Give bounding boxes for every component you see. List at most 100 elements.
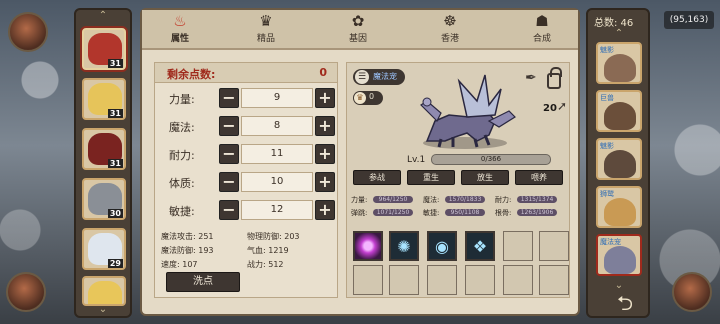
tab-bar: ♨ 属性 ♛ 精品 ✿ 基因 ☸ 香港 ☗ 合成 <box>142 10 578 50</box>
tab-attributes[interactable]: ♨ 属性 <box>152 12 208 48</box>
skill-frost-icon: ✺ <box>397 237 411 256</box>
hero-slot[interactable]: 31 <box>82 128 126 170</box>
hero-portrait <box>88 281 122 304</box>
plus-button[interactable]: + <box>315 88 335 108</box>
corner-avatar[interactable] <box>6 272 46 312</box>
derived-speed: 速度: 107 <box>161 260 198 269</box>
skill-slot[interactable]: ✺ <box>389 231 419 261</box>
skill-slot[interactable]: ◉ <box>427 231 457 261</box>
skill-slot-empty[interactable] <box>539 265 569 295</box>
gene-icon: ✿ <box>351 12 365 30</box>
trait-bar: 1263/1906 <box>517 209 557 216</box>
pet-slot[interactable]: 狮鹫 <box>596 186 642 228</box>
hero-slot[interactable]: 30 <box>82 178 126 220</box>
pet-portrait <box>604 198 636 226</box>
feed-button[interactable]: 喂养 <box>515 170 563 185</box>
tab-label: 属性 <box>170 34 189 44</box>
tab-label: 精品 <box>256 34 275 44</box>
tab-quality[interactable]: ♛ 精品 <box>238 12 294 48</box>
derived-hp: 气血: 1219 <box>247 246 289 255</box>
plus-button[interactable]: + <box>315 172 335 192</box>
points-label: 剩余点数: <box>167 68 216 81</box>
crown-icon: ♛ <box>354 92 366 104</box>
stat-row-magic: 魔法: − 8 + <box>155 115 337 137</box>
pet-total: 总数: 46 <box>594 18 634 29</box>
trait-bar: 964/1250 <box>373 196 413 203</box>
skill-orb-icon: ◉ <box>435 237 449 256</box>
derived-physical-defense: 物理防御: 203 <box>247 232 300 241</box>
tab-pouch[interactable]: ☸ 香港 <box>422 12 478 48</box>
minus-button[interactable]: − <box>219 200 239 220</box>
hero-slot[interactable]: 31 <box>82 78 126 120</box>
pet-slot-name: 狮鹫 <box>600 190 614 198</box>
skill-slot[interactable]: ❖ <box>465 231 495 261</box>
minus-button[interactable]: − <box>219 116 239 136</box>
level-up-arrow-icon[interactable]: ➚ <box>557 99 567 113</box>
pet-portrait <box>604 54 636 82</box>
trait-bar: 950/1108 <box>445 209 485 216</box>
hero-slot[interactable]: 29 <box>82 228 126 270</box>
skill-slot-empty[interactable] <box>389 265 419 295</box>
back-arrow-icon[interactable]: ⮌ <box>608 290 642 316</box>
skill-slot-empty[interactable] <box>539 231 569 261</box>
level-up-count: 20 <box>543 103 557 114</box>
pet-box: ☰ 魔法宠 ♛ 0 ✒ 20 ➚ Lv.1 0/366 参战 重生 放生 喂养 … <box>346 62 570 298</box>
hero-slot[interactable] <box>82 276 126 306</box>
pet-portrait <box>604 246 636 274</box>
cauldron-icon: ☗ <box>535 12 549 30</box>
trait-bar: 1315/1374 <box>517 196 557 203</box>
trait-bar: 1071/1250 <box>373 209 413 216</box>
tab-gene[interactable]: ✿ 基因 <box>330 12 386 48</box>
corner-avatar-right[interactable] <box>672 272 712 312</box>
tab-synthesis[interactable]: ☗ 合成 <box>514 12 570 48</box>
plus-button[interactable]: + <box>315 200 335 220</box>
chevron-down-icon[interactable]: ⌄ <box>96 305 110 315</box>
skill-slot[interactable] <box>353 231 383 261</box>
hero-level: 29 <box>107 259 123 268</box>
trait-label: 敏捷: <box>423 209 440 217</box>
stat-name: 体质: <box>169 177 195 190</box>
plus-button[interactable]: + <box>315 116 335 136</box>
reset-points-button[interactable]: 洗点 <box>166 272 240 292</box>
pet-level: Lv.1 <box>407 155 426 165</box>
rebirth-button[interactable]: 重生 <box>407 170 455 185</box>
minus-button[interactable]: − <box>219 172 239 192</box>
minus-button[interactable]: − <box>219 144 239 164</box>
stat-name: 耐力: <box>169 149 195 162</box>
pet-type-label: 魔法宠 <box>373 72 397 81</box>
skill-slot-empty[interactable] <box>465 265 495 295</box>
hero-level: 30 <box>107 209 123 218</box>
battle-button[interactable]: 参战 <box>353 170 401 185</box>
minus-button[interactable]: − <box>219 88 239 108</box>
stat-value: 8 <box>241 116 313 136</box>
stat-name: 敏捷: <box>169 205 195 218</box>
release-button[interactable]: 放生 <box>461 170 509 185</box>
hero-level: 31 <box>107 59 123 68</box>
trait-bar-text: 964/1250 <box>378 196 408 203</box>
trait-bar-text: 1315/1374 <box>520 196 554 203</box>
skill-slot-empty[interactable] <box>503 231 533 261</box>
pet-crown-tag: ♛ 0 <box>353 91 383 105</box>
pet-slot[interactable]: 巨兽 <box>596 90 642 132</box>
chevron-up-icon[interactable]: ⌃ <box>612 29 626 39</box>
pet-slot[interactable]: 魅影 <box>596 42 642 84</box>
trait-label: 魔法: <box>423 196 440 204</box>
derived-combat: 战力: 512 <box>247 260 284 269</box>
list-icon: ☰ <box>355 70 369 84</box>
player-avatar[interactable] <box>8 12 48 52</box>
pet-creature-image <box>420 74 516 149</box>
hero-slot[interactable]: 31 <box>82 28 126 70</box>
tab-label: 香港 <box>440 34 459 44</box>
plus-button[interactable]: + <box>315 144 335 164</box>
chevron-down-icon[interactable]: ⌄ <box>612 281 626 291</box>
pet-slot[interactable]: 魅影 <box>596 138 642 180</box>
chevron-up-icon[interactable]: ⌃ <box>96 11 110 21</box>
skill-slot-empty[interactable] <box>503 265 533 295</box>
pet-slot[interactable]: 魔法宠 <box>596 234 642 276</box>
lock-icon[interactable] <box>547 67 562 89</box>
feather-icon[interactable]: ✒ <box>525 69 541 87</box>
pet-portrait <box>604 102 636 130</box>
skill-slot-empty[interactable] <box>353 265 383 295</box>
pet-slot-name: 魅影 <box>600 46 614 54</box>
skill-slot-empty[interactable] <box>427 265 457 295</box>
